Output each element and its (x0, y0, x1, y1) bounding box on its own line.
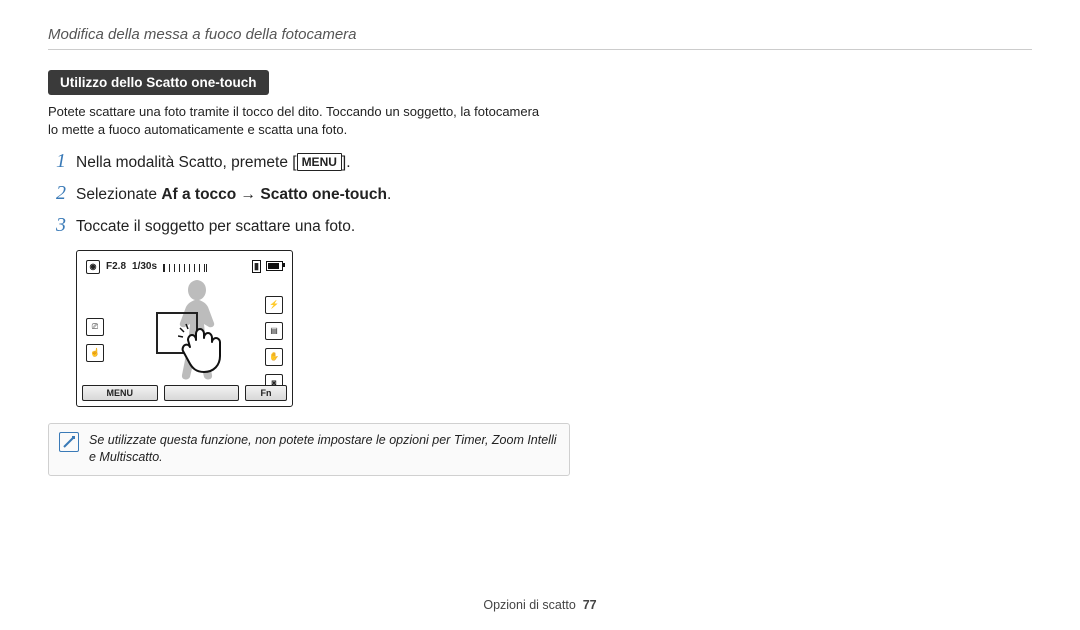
arrow-text: → (236, 186, 260, 203)
mode-icon: ◉ (86, 260, 100, 274)
section-blurb: Potete scattare una foto tramite il tocc… (48, 103, 548, 138)
page-footer: Opzioni di scatto 77 (0, 598, 1080, 612)
focus-box (156, 312, 198, 354)
footer-label: Opzioni di scatto (483, 598, 575, 612)
stabilize-icon: ✋ (265, 348, 283, 366)
camera-left-icons: ⎚ ☝ (86, 318, 104, 362)
step-3: 3 Toccate il soggetto per scattare una f… (48, 214, 568, 238)
step-text: Toccate il soggetto per scattare una fot… (76, 217, 355, 238)
step-1: 1 Nella modalità Scatto, premete [MENU]. (48, 150, 568, 174)
step-text: Nella modalità Scatto, premete [MENU]. (76, 153, 351, 174)
touch-icon: ☝ (86, 344, 104, 362)
aperture-label: F2.8 (106, 261, 126, 272)
fn-button[interactable]: Fn (245, 385, 287, 401)
note-box: Se utilizzate questa funzione, non potet… (48, 423, 570, 476)
section-title-pill: Utilizzo dello Scatto one-touch (48, 70, 269, 95)
steps-list: 1 Nella modalità Scatto, premete [MENU].… (48, 150, 568, 238)
camera-footer: MENU Fn (82, 385, 287, 401)
shutter-label: 1/30s (132, 261, 157, 272)
page-header: Modifica della messa a fuoco della fotoc… (48, 26, 1032, 50)
ev-scale-icon (163, 264, 207, 272)
step-number: 2 (48, 182, 66, 205)
camera-lcd-illustration: ◉ F2.8 1/30s ▮ ⎚ ☝ ⚡ ▤ ✋ ◙ (76, 250, 293, 407)
step-2: 2 Selezionate Af a tocco → Scatto one-to… (48, 182, 568, 206)
page-number: 77 (583, 598, 597, 612)
camera-top-left: ◉ F2.8 1/30s (86, 260, 207, 274)
text: . (387, 186, 391, 203)
text: ]. (342, 154, 351, 171)
sd-icon: ▮ (252, 260, 261, 273)
text: Nella modalità Scatto, premete [ (76, 154, 297, 171)
bold-text: Scatto one-touch (260, 186, 387, 203)
bold-text: Af a tocco (161, 186, 236, 203)
camera-right-icons: ⚡ ▤ ✋ ◙ (265, 296, 283, 392)
menu-chip-icon: MENU (297, 153, 342, 171)
camera-top-right: ▮ (252, 260, 283, 273)
battery-icon (266, 261, 283, 271)
flash-icon: ⚡ (265, 296, 283, 314)
menu-button[interactable]: MENU (82, 385, 158, 401)
text: Selezionate (76, 186, 161, 203)
size-icon: ▤ (265, 322, 283, 340)
step-number: 1 (48, 150, 66, 173)
step-number: 3 (48, 214, 66, 237)
note-icon (59, 432, 79, 452)
off-icon: ⎚ (86, 318, 104, 336)
note-text: Se utilizzate questa funzione, non potet… (89, 432, 559, 467)
blank-button[interactable] (164, 385, 240, 401)
step-text: Selezionate Af a tocco → Scatto one-touc… (76, 185, 391, 206)
